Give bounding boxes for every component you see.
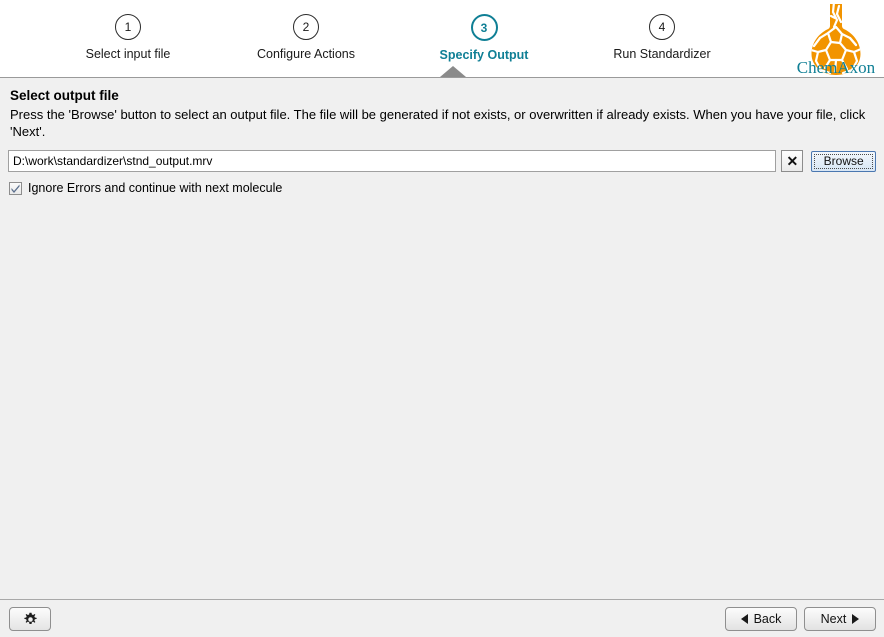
checkmark-icon xyxy=(11,184,20,193)
output-file-row: ✕ Browse xyxy=(8,150,876,172)
chemaxon-logo: ChemAxon xyxy=(790,0,882,77)
back-button[interactable]: Back xyxy=(725,607,797,631)
ignore-errors-checkbox[interactable] xyxy=(9,181,22,195)
wizard-step-4[interactable]: 4 Run Standardizer xyxy=(597,14,727,61)
wizard-footer: Back Next xyxy=(0,599,884,637)
logo-text: ChemAxon xyxy=(797,58,876,77)
gear-icon xyxy=(23,612,37,624)
wizard-header: 1 Select input file 2 Configure Actions … xyxy=(0,0,884,78)
browse-button-label: Browse xyxy=(823,154,864,168)
step-1-label: Select input file xyxy=(85,47,171,61)
step-3-number: 3 xyxy=(470,14,498,41)
next-button-label: Next xyxy=(820,612,847,626)
page-title: Select output file xyxy=(10,88,119,103)
step-4-number: 4 xyxy=(649,14,675,40)
step-4-label: Run Standardizer xyxy=(613,47,711,61)
ignore-errors-label: Ignore Errors and continue with next mol… xyxy=(28,181,283,195)
output-file-input[interactable] xyxy=(8,150,777,172)
wizard-content: Select output file Press the 'Browse' bu… xyxy=(0,78,884,599)
browse-button[interactable]: Browse xyxy=(811,150,876,172)
step-2-label: Configure Actions xyxy=(257,47,355,61)
wizard-step-1[interactable]: 1 Select input file xyxy=(63,14,193,61)
active-step-pointer-icon xyxy=(440,66,466,77)
standardizer-wizard-window: 1 Select input file 2 Configure Actions … xyxy=(0,0,884,637)
wizard-steps: 1 Select input file 2 Configure Actions … xyxy=(0,0,790,77)
wizard-step-2[interactable]: 2 Configure Actions xyxy=(241,14,371,61)
step-3-label: Specify Output xyxy=(439,48,529,62)
page-description: Press the 'Browse' button to select an o… xyxy=(10,107,866,139)
wizard-step-3[interactable]: 3 Specify Output xyxy=(419,14,549,62)
ignore-errors-row[interactable]: Ignore Errors and continue with next mol… xyxy=(9,181,282,195)
next-button[interactable]: Next xyxy=(804,607,876,631)
close-icon: ✕ xyxy=(786,152,799,169)
back-button-label: Back xyxy=(753,612,782,626)
arrow-right-icon xyxy=(852,614,860,624)
arrow-left-icon xyxy=(740,614,748,624)
navigation-buttons: Back Next xyxy=(725,607,876,631)
clear-path-button[interactable]: ✕ xyxy=(781,150,804,172)
step-2-number: 2 xyxy=(293,14,319,40)
step-1-number: 1 xyxy=(115,14,141,40)
settings-button[interactable] xyxy=(9,607,51,631)
